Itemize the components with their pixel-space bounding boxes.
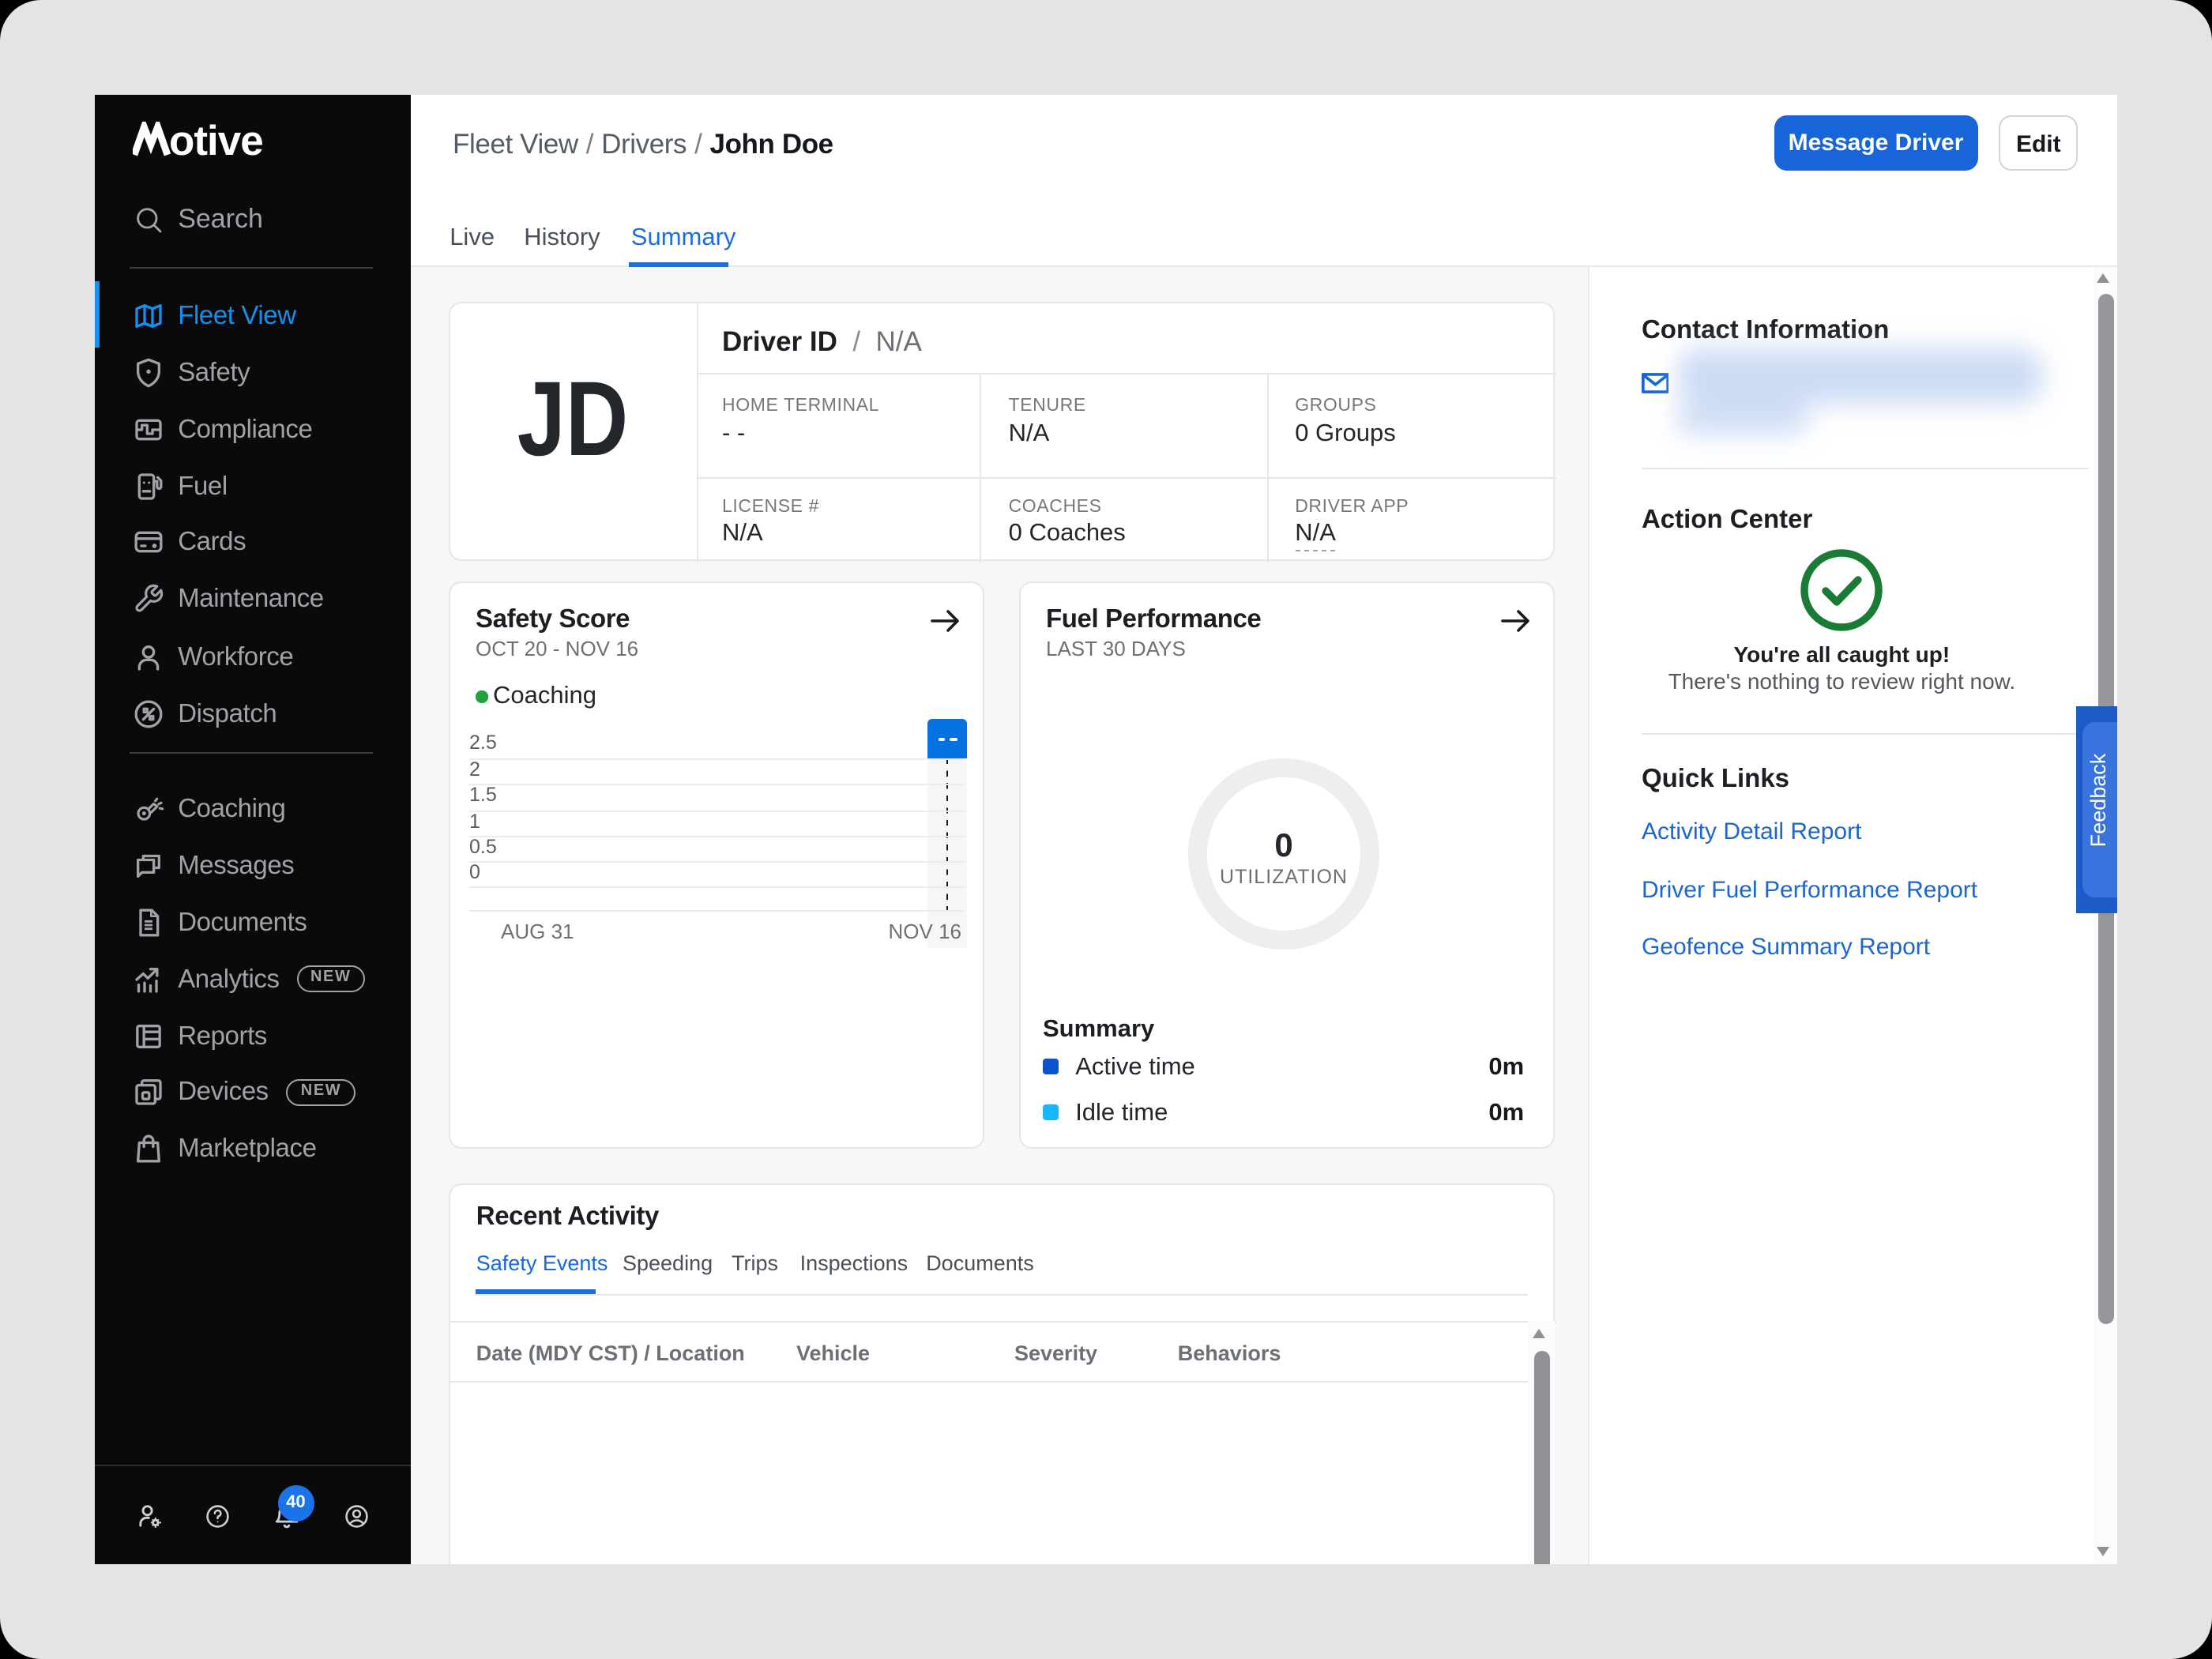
svg-text:otive: otive [168, 121, 262, 159]
